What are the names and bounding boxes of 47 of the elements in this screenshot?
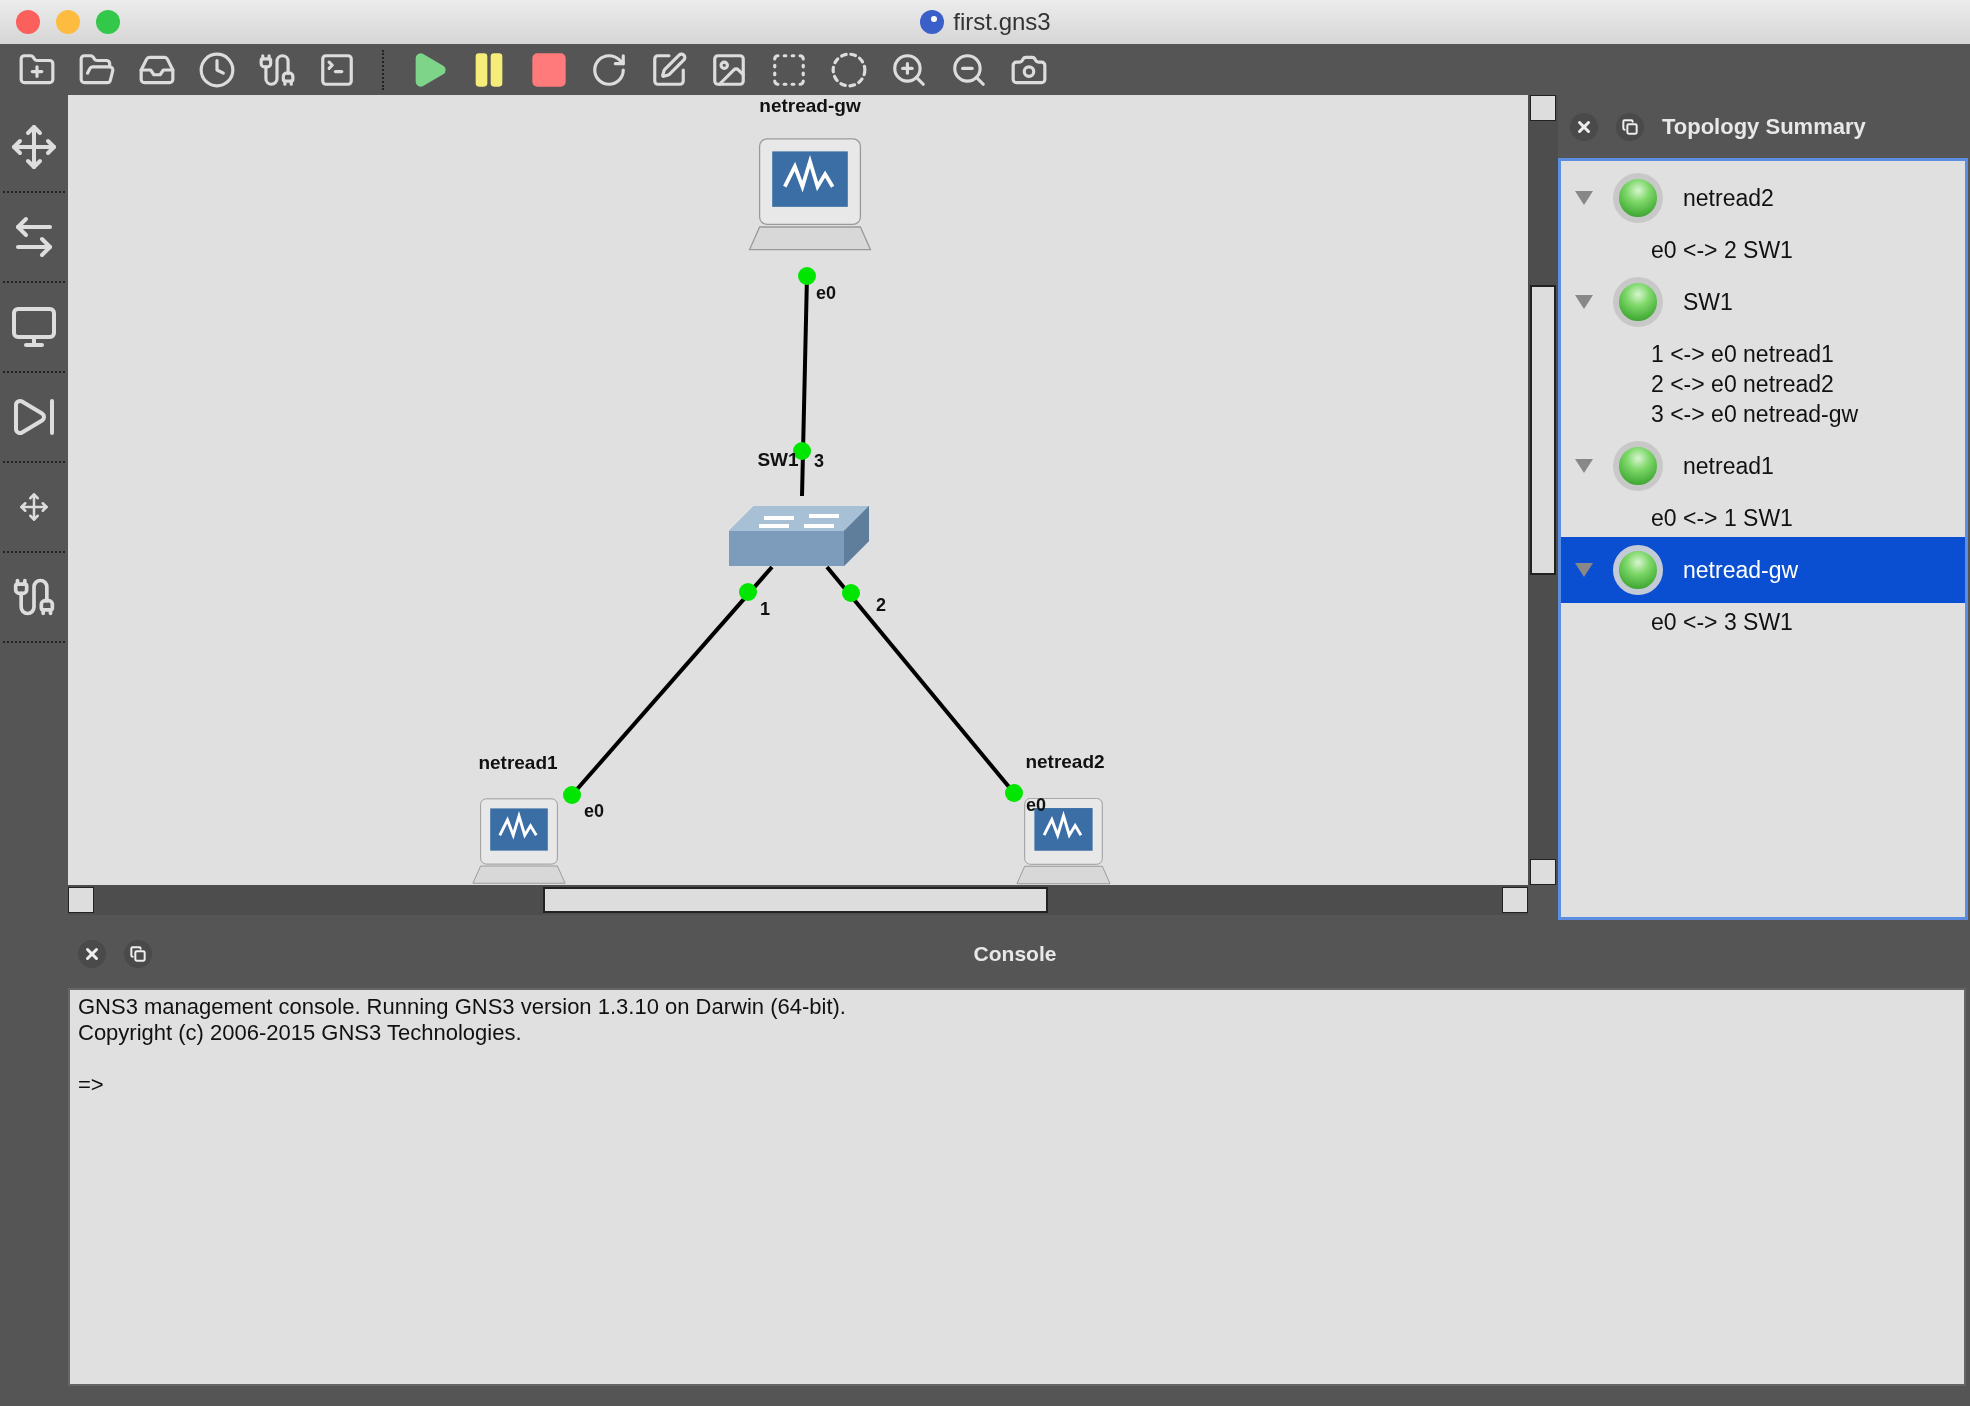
link-entry: 2 <-> e0 netread2: [1650, 370, 1835, 399]
link-entry: e0 <-> 2 SW1: [1650, 236, 1794, 265]
panel-title: Console: [972, 942, 1058, 966]
computer-icon[interactable]: [747, 138, 873, 253]
topology-canvas[interactable]: netread-gw SW1 netread1 netread2 e0 3 1 e0 2 e0: [68, 95, 1528, 885]
port-label: 3: [814, 451, 824, 472]
tree-item[interactable]: netread-gw: [1561, 537, 1965, 603]
link-entry: e0 <-> 1 SW1: [1650, 504, 1794, 533]
link-entry: e0 <-> 3 SW1: [1650, 608, 1794, 637]
tree-item[interactable]: netread1: [1561, 433, 1965, 499]
expand-icon[interactable]: [1575, 295, 1593, 309]
tree-item[interactable]: netread2: [1561, 165, 1965, 231]
undock-icon: [130, 946, 146, 962]
close-icon: [83, 945, 101, 963]
undock-icon: [1622, 118, 1638, 135]
four-arrows-icon: [10, 123, 58, 171]
port-label: 1: [760, 599, 770, 620]
computer-icon[interactable]: [471, 798, 567, 885]
window-title: first.gns3: [953, 8, 1051, 36]
scrollbar-thumb[interactable]: [1530, 285, 1556, 575]
port-label: e0: [816, 283, 837, 304]
undock-button[interactable]: [124, 940, 152, 968]
link-drawing[interactable]: [563, 565, 774, 804]
panel-title: Topology Summary: [1662, 113, 1866, 140]
console-line: GNS3 management console. Running GNS3 version 1.3.10 on Darwin (64-bit).: [78, 994, 847, 1020]
port-label: 2: [876, 595, 886, 616]
link-entry: 3 <-> e0 netread-gw: [1650, 400, 1860, 429]
console-output[interactable]: GNS3 management console. Running GNS3 version 1.3.10 on Darwin (64-bit). Copyright (c) 2006-2015 GNS3 Technologies. =>: [68, 988, 1966, 1386]
close-button[interactable]: [78, 940, 106, 968]
expand-icon[interactable]: [1575, 191, 1593, 205]
port-label: e0: [584, 801, 605, 822]
close-button[interactable]: [1570, 112, 1598, 141]
computer-icon[interactable]: [1015, 798, 1112, 885]
port-label: e0: [1026, 795, 1047, 816]
link-entry: 1 <-> e0 netread1: [1650, 340, 1835, 369]
node-label: netread-gw: [759, 95, 861, 117]
console-prompt: =>: [78, 1072, 105, 1098]
link-drawing[interactable]: [825, 565, 1023, 802]
tree-item[interactable]: SW1: [1561, 269, 1965, 335]
node-label: netread1: [478, 752, 558, 774]
expand-icon[interactable]: [1575, 459, 1593, 473]
console-line: Copyright (c) 2006-2015 GNS3 Technologies.: [78, 1020, 523, 1046]
node-label: SW1: [757, 449, 799, 471]
node-label: netread2: [1025, 751, 1105, 773]
undock-button[interactable]: [1616, 112, 1644, 141]
scrollbar-thumb[interactable]: [543, 887, 1048, 913]
four-arrows-icon: [19, 492, 49, 522]
